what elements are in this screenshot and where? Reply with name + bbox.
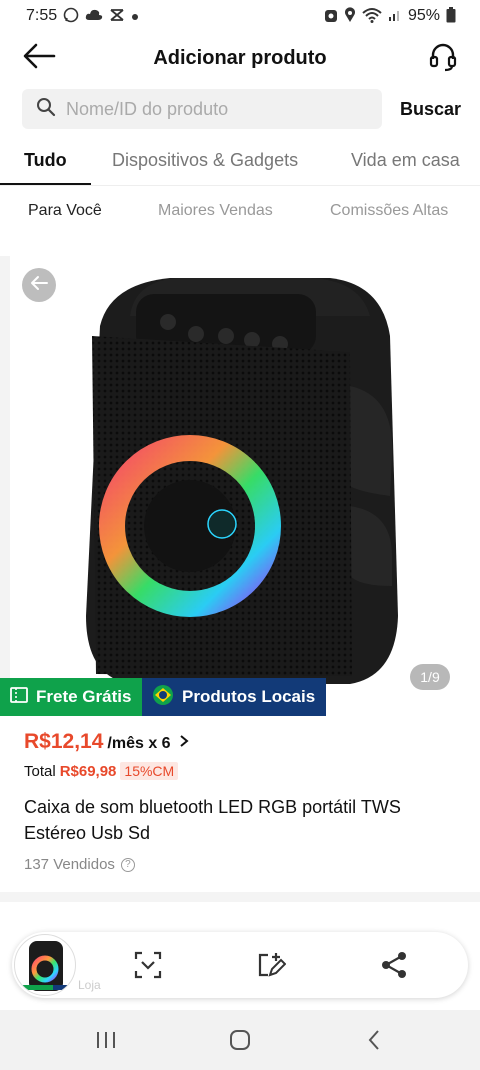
clock: 7:55: [26, 7, 58, 24]
arrow-left-icon: [22, 42, 56, 75]
floating-action-bar: Loja: [12, 932, 468, 998]
chevron-right-icon: [179, 734, 189, 753]
search-input[interactable]: [66, 98, 366, 120]
total-row: Total R$69,98 15%CM: [24, 762, 179, 780]
shop-label: Loja: [78, 978, 101, 992]
badge-frete-gratis: Frete Grátis: [0, 678, 142, 716]
system-nav-bar: [0, 1010, 480, 1070]
back-button[interactable]: [22, 42, 58, 74]
add-edit-icon: [254, 953, 287, 985]
product-badges: Frete Grátis Produtos Locais: [0, 678, 326, 716]
total-label: Total: [24, 762, 56, 780]
installment-price: R$12,14: [24, 730, 104, 753]
subtab-para-voce[interactable]: Para Você: [28, 202, 102, 220]
cloud-icon: [85, 8, 103, 25]
back-nav-button[interactable]: [354, 1028, 394, 1056]
product-card[interactable]: 1/9 Frete Grátis Produtos Locais R$12,14…: [0, 256, 480, 892]
home-button[interactable]: [220, 1028, 260, 1056]
location-icon: [344, 6, 356, 26]
ticket-icon: [10, 686, 28, 708]
search-icon: [36, 97, 56, 122]
subtab-comissoes-altas[interactable]: Comissões Altas: [330, 202, 448, 220]
product-image[interactable]: 1/9: [0, 256, 480, 710]
scan-icon: [132, 951, 164, 985]
tab-tudo[interactable]: Tudo: [0, 140, 91, 185]
product-thumbnail[interactable]: [14, 934, 76, 996]
brazil-flag-icon: [152, 684, 174, 711]
whatsapp-icon: [63, 7, 79, 26]
tab-vida-em-casa[interactable]: Vida em casa: [351, 140, 460, 185]
battery-percent: 95%: [407, 7, 440, 24]
speaker-illustration: [86, 278, 398, 684]
scan-button[interactable]: [132, 949, 164, 981]
price-row[interactable]: R$12,14 /mês x 6: [24, 730, 189, 754]
installment-count: /mês x 6: [107, 735, 171, 752]
image-prev-button[interactable]: [22, 268, 56, 302]
recent-apps-button[interactable]: [86, 1028, 126, 1056]
capcut-icon: [109, 8, 125, 25]
status-right: 95%: [324, 6, 456, 26]
badge-frete-label: Frete Grátis: [36, 687, 132, 706]
dot-icon: [131, 9, 139, 24]
search-box[interactable]: [22, 89, 382, 129]
product-title: Caixa de som bluetooth LED RGB portátil …: [24, 797, 401, 843]
search-button[interactable]: Buscar: [400, 99, 461, 120]
total-value: R$69,98: [59, 762, 117, 780]
support-button[interactable]: [428, 42, 460, 74]
alarm-icon: [324, 7, 338, 26]
share-button[interactable]: [378, 949, 410, 981]
badge-locais-label: Produtos Locais: [182, 687, 316, 706]
back-icon: [367, 1029, 381, 1056]
signal-icon: [388, 8, 402, 25]
add-edit-button[interactable]: [254, 949, 287, 981]
category-tabs: Tudo Dispositivos & Gadgets Vida em casa: [0, 140, 480, 186]
sold-count: 137 Vendidos: [24, 856, 115, 873]
status-bar: 7:55 95%: [0, 0, 480, 32]
wifi-icon: [362, 7, 382, 26]
image-edge: [0, 256, 10, 710]
section-divider: [0, 892, 480, 902]
share-icon: [378, 952, 410, 985]
image-counter: 1/9: [410, 664, 450, 690]
subtab-maiores-vendas[interactable]: Maiores Vendas: [158, 202, 273, 220]
tab-dispositivos-gadgets[interactable]: Dispositivos & Gadgets: [112, 140, 298, 185]
recent-apps-icon: [95, 1030, 117, 1055]
battery-icon: [446, 6, 456, 26]
commission-badge: 15%CM: [120, 762, 179, 780]
sub-tabs: Para Você Maiores Vendas Comissões Altas: [0, 198, 480, 226]
search-row: Buscar: [22, 88, 462, 130]
info-icon[interactable]: ?: [120, 857, 135, 872]
home-icon: [229, 1029, 251, 1056]
badge-produtos-locais: Produtos Locais: [142, 678, 326, 716]
app-header: Adicionar produto: [0, 34, 480, 82]
status-left: 7:55: [26, 7, 139, 26]
page-title: Adicionar produto: [153, 46, 327, 69]
headset-icon: [428, 43, 458, 76]
arrow-left-icon: [29, 275, 49, 296]
sold-row: 137 Vendidos ?: [24, 856, 135, 873]
